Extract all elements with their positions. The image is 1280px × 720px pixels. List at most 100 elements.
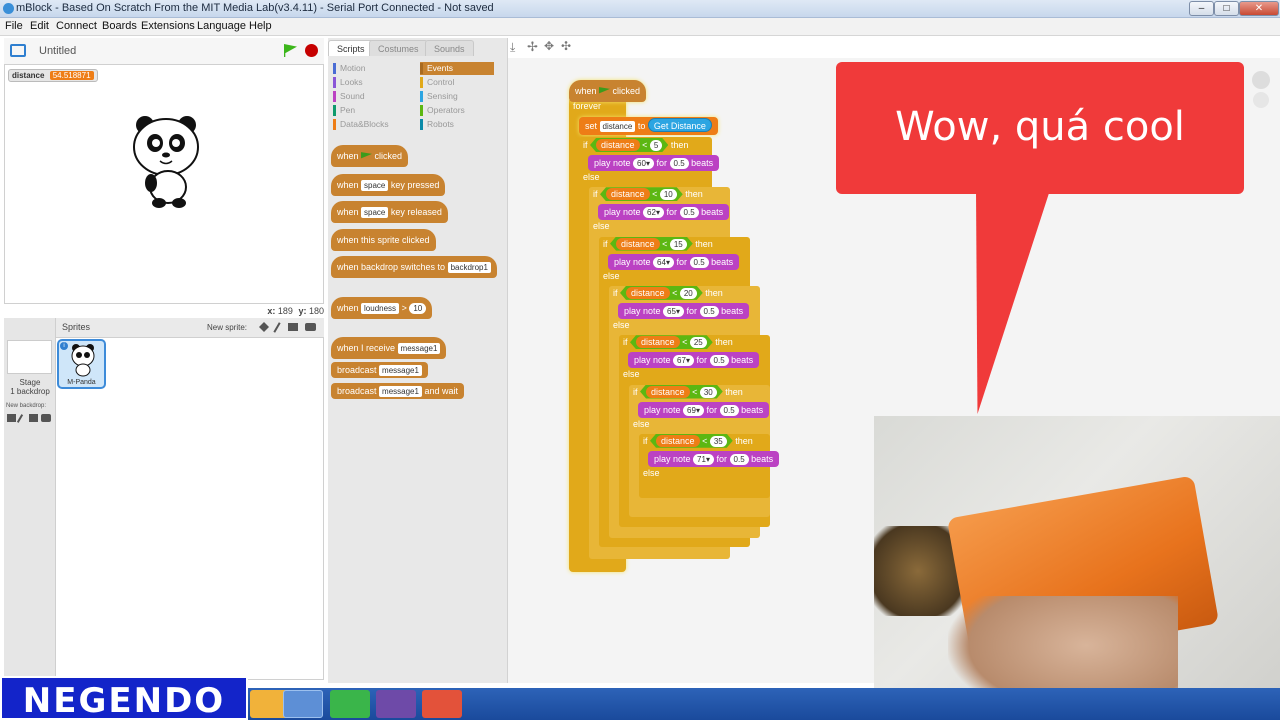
stage-canvas[interactable]: distance 54.518871	[4, 64, 324, 304]
menu-file[interactable]: File	[5, 20, 23, 32]
block-when-loudness[interactable]: when loudness > 10	[331, 297, 433, 319]
play-note-71[interactable]: play note 71▾ for 0.5 beats	[648, 450, 780, 467]
key-dropdown[interactable]: space	[361, 207, 389, 219]
threshold-input[interactable]: 20	[680, 288, 697, 299]
script-when-flag-clicked[interactable]: when clicked	[569, 80, 647, 102]
info-icon[interactable]: i	[60, 342, 68, 350]
less-than-operator[interactable]: distance < 20	[620, 286, 703, 300]
threshold-input[interactable]: 25	[690, 337, 707, 348]
play-note-60[interactable]: play note 60▾ for 0.5 beats	[588, 155, 720, 171]
if-distance-5[interactable]: if distance < 5 then	[583, 137, 688, 153]
message-dropdown[interactable]: message1	[379, 365, 422, 377]
duplicate-icon[interactable]: ⤓	[510, 40, 515, 55]
category-robots[interactable]: Robots	[420, 118, 490, 131]
less-than-operator[interactable]: distance < 25	[630, 335, 713, 349]
note-dropdown[interactable]: 64▾	[653, 256, 674, 268]
sprite-thumbnail-panda[interactable]: i M-Panda	[57, 339, 106, 389]
beats-input[interactable]: 0.5	[679, 207, 699, 219]
panda-sprite-icon[interactable]	[131, 113, 203, 209]
upload-sprite-icon[interactable]	[288, 323, 298, 331]
note-dropdown[interactable]: 69▾	[683, 404, 704, 416]
block-when-i-receive[interactable]: when I receive message1	[331, 337, 447, 359]
tab-sounds[interactable]: Sounds	[425, 40, 474, 56]
if-distance-30[interactable]: if distance < 30 then	[633, 384, 743, 400]
beats-input[interactable]: 0.5	[689, 256, 709, 268]
category-operators[interactable]: Operators	[420, 104, 490, 117]
menu-boards[interactable]: Boards	[102, 20, 137, 32]
stop-icon[interactable]	[305, 44, 318, 57]
menu-help[interactable]: Help	[249, 20, 272, 32]
less-than-operator[interactable]: distance < 15	[610, 237, 693, 251]
note-dropdown[interactable]: 62▾	[643, 207, 664, 219]
block-broadcast[interactable]: broadcast message1	[331, 362, 428, 378]
minimize-button[interactable]: –	[1189, 1, 1214, 16]
block-when-backdrop-switches[interactable]: when backdrop switches to backdrop1	[331, 256, 497, 278]
stage-thumbnail[interactable]	[7, 340, 52, 374]
tab-scripts[interactable]: Scripts	[328, 40, 374, 56]
taskbar-app-c-green-icon[interactable]	[330, 690, 370, 718]
if-distance-10[interactable]: if distance < 10 then	[593, 186, 703, 202]
tab-costumes[interactable]: Costumes	[369, 40, 428, 56]
distance-reporter[interactable]: distance	[646, 386, 690, 398]
block-when-key-released[interactable]: when space key released	[331, 201, 448, 223]
key-dropdown[interactable]: space	[361, 180, 389, 192]
menu-extensions[interactable]: Extensions	[141, 20, 195, 32]
category-events[interactable]: Events	[420, 62, 494, 75]
backdrop-dropdown[interactable]: backdrop1	[447, 262, 491, 274]
note-dropdown[interactable]: 60▾	[633, 158, 654, 170]
upload-backdrop-icon[interactable]	[29, 414, 38, 422]
category-looks[interactable]: Looks	[333, 76, 403, 89]
message-dropdown[interactable]: message1	[397, 343, 441, 355]
close-button[interactable]: ✕	[1239, 1, 1279, 16]
note-dropdown[interactable]: 65▾	[663, 306, 684, 318]
block-when-key-pressed[interactable]: when space key pressed	[331, 174, 446, 196]
beats-input[interactable]: 0.5	[669, 158, 689, 170]
distance-reporter[interactable]: distance	[636, 336, 680, 348]
note-dropdown[interactable]: 71▾	[693, 453, 714, 465]
green-flag-icon[interactable]	[284, 44, 297, 57]
menu-language[interactable]: Language	[197, 20, 246, 32]
block-when-flag-clicked[interactable]: when clicked	[331, 145, 409, 167]
if-distance-25[interactable]: if distance < 25 then	[623, 334, 733, 350]
category-sensing[interactable]: Sensing	[420, 90, 490, 103]
variable-dropdown[interactable]: distance	[599, 121, 636, 133]
sensor-dropdown[interactable]: loudness	[361, 303, 400, 315]
play-note-62[interactable]: play note 62▾ for 0.5 beats	[598, 204, 730, 221]
shrink-icon[interactable]: ✣	[561, 39, 571, 53]
play-note-67[interactable]: play note 67▾ for 0.5 beats	[628, 352, 760, 369]
play-note-65[interactable]: play note 65▾ for 0.5 beats	[618, 302, 750, 319]
less-than-operator[interactable]: distance < 35	[650, 434, 733, 448]
taskbar-github-icon[interactable]	[376, 690, 416, 718]
beats-input[interactable]: 0.5	[709, 355, 729, 367]
maximize-button[interactable]: □	[1214, 1, 1239, 16]
less-than-operator[interactable]: distance < 30	[640, 385, 723, 399]
distance-reporter[interactable]: distance	[596, 139, 640, 151]
threshold-input[interactable]: 30	[700, 387, 717, 398]
camera-backdrop-icon[interactable]	[41, 414, 51, 422]
taskbar-mblock-icon[interactable]	[283, 690, 323, 718]
category-motion[interactable]: Motion	[333, 62, 403, 75]
beats-input[interactable]: 0.5	[729, 453, 749, 465]
message-dropdown[interactable]: message1	[379, 386, 422, 398]
category-sound[interactable]: Sound	[333, 90, 403, 103]
threshold-input[interactable]: 10	[660, 189, 677, 200]
play-note-69[interactable]: play note 69▾ for 0.5 beats	[638, 401, 770, 418]
project-title[interactable]: Untitled	[39, 45, 76, 57]
block-when-sprite-clicked[interactable]: when this sprite clicked	[331, 229, 436, 251]
category-pen[interactable]: Pen	[333, 104, 403, 117]
distance-reporter[interactable]: distance	[606, 188, 650, 200]
menu-connect[interactable]: Connect	[56, 20, 97, 32]
camera-sprite-icon[interactable]	[305, 323, 316, 331]
paint-sprite-icon[interactable]	[273, 322, 281, 333]
delete-icon[interactable]: ✢	[527, 39, 538, 55]
if-distance-20[interactable]: if distance < 20 then	[613, 285, 723, 301]
less-than-operator[interactable]: distance < 5	[590, 138, 668, 152]
distance-reporter[interactable]: distance	[656, 435, 700, 447]
distance-reporter[interactable]: distance	[616, 238, 660, 250]
taskbar-app-c-red-icon[interactable]	[422, 690, 462, 718]
threshold-input[interactable]: 5	[650, 140, 662, 151]
category-control[interactable]: Control	[420, 76, 490, 89]
sprite-library-icon[interactable]	[259, 322, 269, 332]
threshold-input[interactable]: 15	[670, 239, 687, 250]
play-note-64[interactable]: play note 64▾ for 0.5 beats	[608, 253, 740, 270]
